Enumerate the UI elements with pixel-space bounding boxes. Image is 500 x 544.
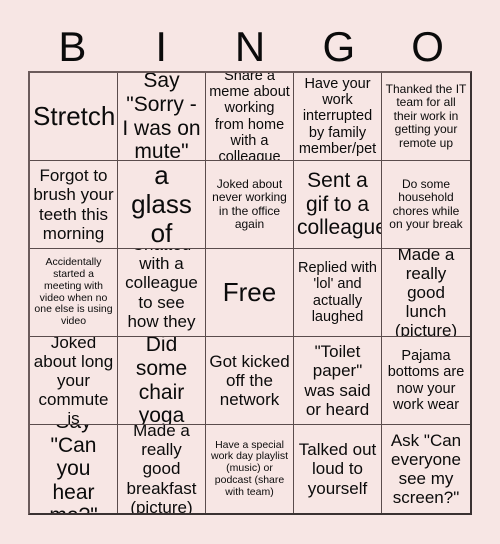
bingo-cell[interactable]: Ask "Can everyone see my screen?" (382, 425, 470, 513)
bingo-cell[interactable]: Replied with 'lol' and actually laughed (294, 249, 382, 337)
bingo-cell-text: Joked about long your commute is (33, 337, 114, 425)
bingo-cell-text: Sent a gif to a colleague (297, 169, 382, 240)
bingo-cell-text: Thanked the IT team for all their work i… (385, 81, 467, 150)
bingo-cell-text: Did some chair yoga (135, 337, 188, 425)
bingo-cell[interactable]: Pajama bottoms are now your work wear (382, 337, 470, 425)
bingo-cell[interactable]: Joked about long your commute is (30, 337, 118, 425)
bingo-cell-text: Say "Sorry - I was on mute" (122, 73, 201, 161)
bingo-cell-text: Drank a glass of water! (126, 161, 197, 249)
bingo-cell-text: Say "Can you hear me?" (49, 425, 97, 513)
bingo-cell[interactable]: Do some household chores while on your b… (382, 161, 470, 249)
bingo-cell[interactable]: Made a really good lunch (picture) (382, 249, 470, 337)
bingo-cell[interactable]: Got kicked off the network (206, 337, 294, 425)
bingo-cell-text: Got kicked off the network (209, 351, 290, 410)
bingo-cell-text: Accidentally started a meeting with vide… (34, 256, 113, 327)
bingo-header-letter-b: B (58, 23, 87, 70)
bingo-cell-text: Have a special work day playlist (music)… (210, 438, 289, 498)
bingo-cell[interactable]: Made a really good breakfast (picture) (118, 425, 206, 513)
bingo-cell[interactable]: Share a meme about working from home wit… (206, 73, 294, 161)
bingo-header-letter-o: O (411, 23, 444, 70)
bingo-cell-text: "Toilet paper" was said or heard (304, 342, 371, 419)
bingo-header-letter-g: G (322, 23, 356, 70)
bingo-card: B I N G O Stretch! Say "Sorry - I was on … (0, 0, 500, 544)
bingo-cell[interactable]: Sent a gif to a colleague (294, 161, 382, 249)
bingo-header-letter-n: N (234, 23, 266, 70)
bingo-cell-text: Forgot to brush your teeth this morning (33, 166, 114, 243)
bingo-cell-text: Made a really good breakfast (picture) (126, 425, 197, 513)
bingo-cell[interactable]: Have your work interrupted by family mem… (294, 73, 382, 161)
bingo-cell-text: Talked out loud to yourself (298, 440, 377, 498)
bingo-cell[interactable]: Talked out loud to yourself (294, 425, 382, 513)
bingo-cell[interactable]: Thanked the IT team for all their work i… (382, 73, 470, 161)
bingo-cell-text: Pajama bottoms are now your work wear (387, 348, 465, 413)
bingo-cell-text: Free (222, 276, 277, 307)
bingo-cell[interactable]: Drank a glass of water! (118, 161, 206, 249)
bingo-cell[interactable]: Accidentally started a meeting with vide… (30, 249, 118, 337)
bingo-cell-text: Ask "Can everyone see my screen?" (390, 430, 462, 508)
bingo-cell[interactable]: Forgot to brush your teeth this morning (30, 161, 118, 249)
bingo-cell-text: Do some household chores while on your b… (389, 176, 463, 231)
bingo-cell[interactable]: Free (206, 249, 294, 337)
bingo-cell-text: Joked about never working in the office … (212, 176, 287, 231)
bingo-cell[interactable]: Say "Can you hear me?" (30, 425, 118, 513)
bingo-cell[interactable]: Stretch! (30, 73, 118, 161)
bingo-cell-text: Have your work interrupted by family mem… (298, 75, 377, 157)
bingo-cell-text: Stretch! (33, 100, 118, 131)
bingo-cell[interactable]: Joked about never working in the office … (206, 161, 294, 249)
bingo-cell-text: Chatted with a colleague to see how they… (125, 249, 198, 336)
bingo-cell-text: Made a really good lunch (picture) (394, 249, 458, 337)
bingo-cell-text: Share a meme about working from home wit… (209, 73, 290, 161)
bingo-cell[interactable]: Say "Sorry - I was on mute" (118, 73, 206, 161)
bingo-cell[interactable]: Did some chair yoga (118, 337, 206, 425)
bingo-header: B I N G O (28, 22, 472, 71)
bingo-cell[interactable]: "Toilet paper" was said or heard (294, 337, 382, 425)
bingo-cell[interactable]: Have a special work day playlist (music)… (206, 425, 294, 513)
bingo-cell[interactable]: Chatted with a colleague to see how they… (118, 249, 206, 337)
bingo-header-letter-i: I (155, 23, 168, 70)
bingo-grid: Stretch! Say "Sorry - I was on mute" Share… (28, 71, 472, 515)
bingo-cell-text: Replied with 'lol' and actually laughed (298, 260, 377, 325)
